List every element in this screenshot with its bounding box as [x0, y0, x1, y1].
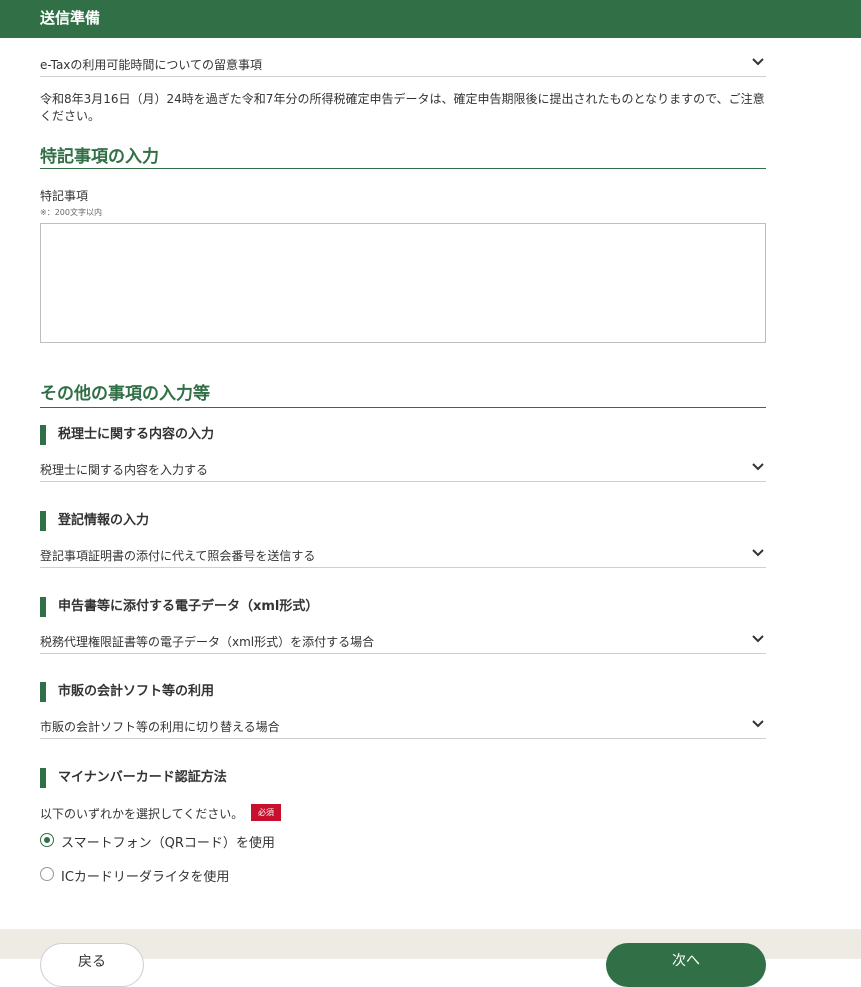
accordion-label: 市販の会計ソフト等の利用に切り替える場合: [40, 720, 280, 734]
chevron-down-icon: [752, 58, 764, 66]
tax-accountant-heading: 税理士に関する内容の入力: [40, 425, 214, 445]
deadline-notice-text: 令和8年3月16日（月）24時を過ぎた令和7年分の所得税確定申告データは、確定申…: [40, 92, 765, 123]
chevron-down-icon: [752, 549, 764, 557]
radio-checked-icon[interactable]: [40, 833, 54, 847]
special-notes-char-limit: ※：200文字以内: [40, 208, 102, 217]
xml-attachment-accordion[interactable]: 税務代理権限証書等の電子データ（xml形式）を添付する場合: [40, 628, 766, 654]
radio-label[interactable]: スマートフォン（QRコード）を使用: [61, 832, 275, 851]
mynumber-auth-heading: マイナンバーカード認証方法: [40, 768, 227, 788]
auth-method-prompt: 以下のいずれかを選択してください。: [40, 807, 244, 821]
registry-info-heading: 登記情報の入力: [40, 511, 149, 531]
radio-unchecked-icon[interactable]: [40, 867, 54, 881]
chevron-down-icon: [752, 635, 764, 643]
accounting-software-heading: 市販の会計ソフト等の利用: [40, 682, 214, 702]
other-items-section-title: その他の事項の入力等: [40, 379, 766, 408]
page-header: 送信準備: [0, 0, 861, 38]
accordion-label: 税務代理権限証書等の電子データ（xml形式）を添付する場合: [40, 635, 375, 649]
accordion-label: 登記事項証明書の添付に代えて照会番号を送信する: [40, 549, 316, 563]
special-notes-label: 特記事項: [40, 189, 89, 203]
back-button[interactable]: 戻る: [40, 943, 144, 987]
page-title: 送信準備: [40, 9, 101, 27]
required-badge: 必須: [251, 804, 281, 821]
radio-label[interactable]: ICカードリーダライタを使用: [61, 866, 229, 885]
chevron-down-icon: [752, 720, 764, 728]
registry-info-accordion[interactable]: 登記事項証明書の添付に代えて照会番号を送信する: [40, 542, 766, 568]
accounting-software-accordion[interactable]: 市販の会計ソフト等の利用に切り替える場合: [40, 713, 766, 739]
special-notes-textarea[interactable]: [40, 223, 766, 343]
accordion-label: e-Taxの利用可能時間についての留意事項: [40, 58, 263, 72]
xml-attachment-heading: 申告書等に添付する電子データ（xml形式）: [40, 597, 318, 617]
etax-hours-accordion[interactable]: e-Taxの利用可能時間についての留意事項: [40, 51, 766, 77]
next-button[interactable]: 次へ: [606, 943, 766, 987]
tax-accountant-accordion[interactable]: 税理士に関する内容を入力する: [40, 456, 766, 482]
special-notes-section-title: 特記事項の入力: [40, 142, 766, 169]
footer-bar: 戻る 次へ: [0, 929, 861, 987]
accordion-label: 税理士に関する内容を入力する: [40, 463, 209, 477]
chevron-down-icon: [752, 463, 764, 471]
